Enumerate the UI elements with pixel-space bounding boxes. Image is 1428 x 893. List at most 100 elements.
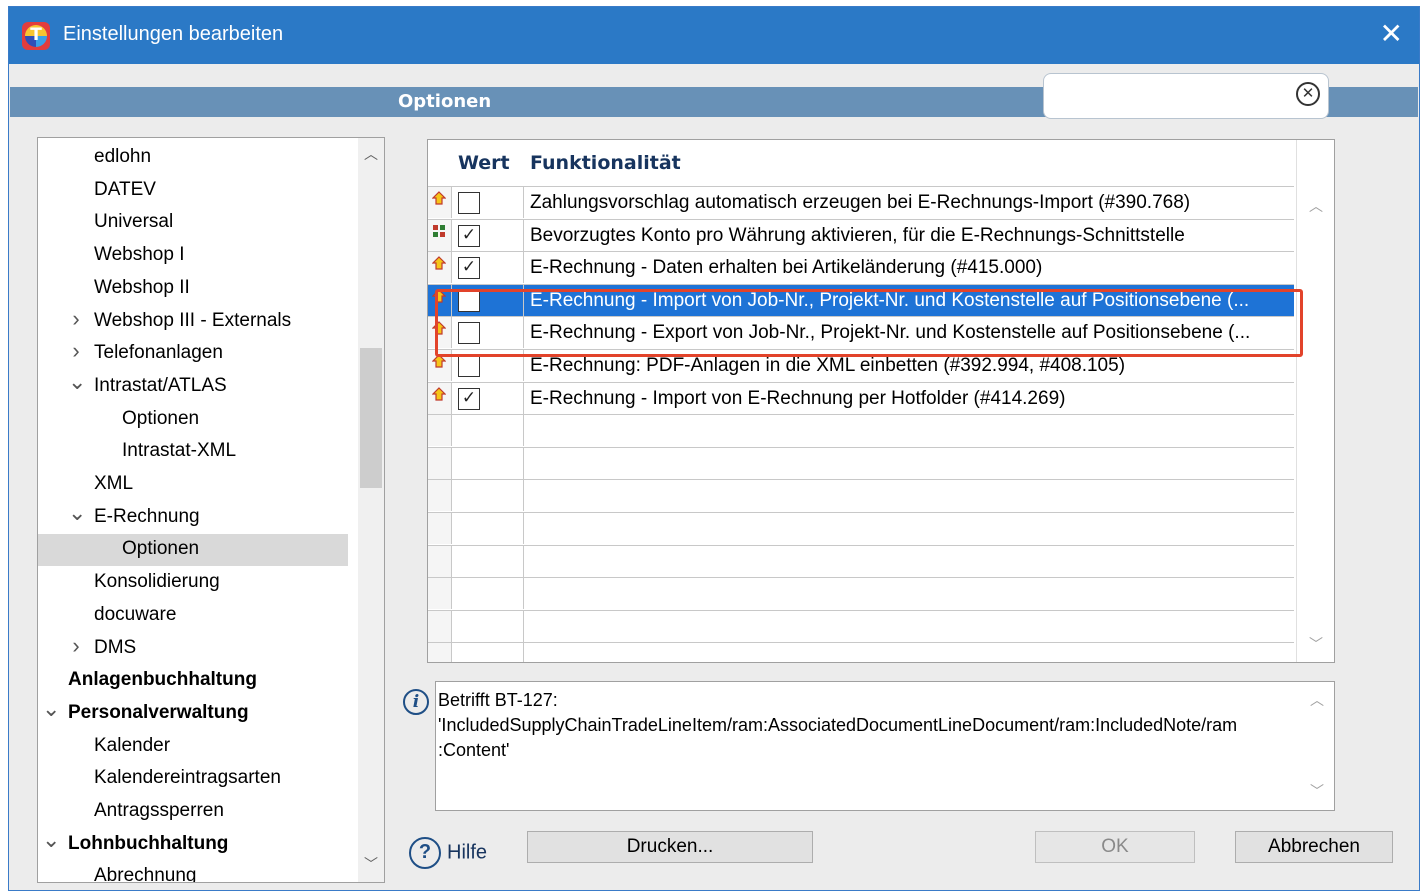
- chevron-down-icon[interactable]: ⌄: [42, 827, 60, 853]
- grid-row[interactable]: [428, 446, 1294, 479]
- tree-item[interactable]: Anlagenbuchhaltung: [38, 665, 348, 697]
- help-button[interactable]: ? Hilfe: [409, 837, 487, 869]
- grid-row[interactable]: ✓ E-Rechnung - Daten erhalten bei Artikel…: [428, 251, 1294, 284]
- grid-row[interactable]: E-Rechnung: PDF-Anlagen in die XML einbe…: [428, 349, 1294, 381]
- tree-scroll-thumb[interactable]: [360, 348, 382, 488]
- grid-row[interactable]: [428, 544, 1294, 577]
- chevron-down-icon[interactable]: ⌄: [68, 369, 86, 395]
- option-checkbox[interactable]: ✓: [458, 224, 480, 247]
- value-cell[interactable]: [452, 545, 524, 577]
- scroll-down-icon[interactable]: ﹀: [1297, 634, 1334, 654]
- tree-item[interactable]: Antragssperren: [38, 796, 348, 828]
- tree-item[interactable]: XML: [38, 469, 348, 501]
- value-cell[interactable]: [452, 415, 524, 447]
- tree-item[interactable]: ⌄ Intrastat/ATLAS: [38, 369, 348, 403]
- close-icon[interactable]: ✕: [1380, 17, 1403, 50]
- tree-item[interactable]: ⌄ Personalverwaltung: [38, 696, 348, 730]
- scroll-down-icon[interactable]: ﹀: [358, 854, 384, 874]
- scroll-up-icon[interactable]: ︿: [1300, 688, 1334, 713]
- tree-item-label: docuware: [94, 603, 177, 625]
- grid-row[interactable]: [428, 642, 1294, 662]
- description-scrollbar[interactable]: ︿ ﹀: [1300, 682, 1334, 810]
- tree-item[interactable]: Webshop II: [38, 273, 348, 305]
- grid-row[interactable]: [428, 479, 1294, 512]
- grid-row[interactable]: [428, 577, 1294, 610]
- help-label: Hilfe: [447, 841, 488, 864]
- grid-row[interactable]: E-Rechnung - Export von Job-Nr., Projekt…: [428, 316, 1294, 349]
- tree-item[interactable]: Webshop I: [38, 240, 348, 272]
- tree-item[interactable]: Universal: [38, 207, 348, 239]
- app-logo-icon: T: [22, 22, 50, 50]
- chevron-right-icon[interactable]: ›: [68, 306, 84, 332]
- option-checkbox[interactable]: ✓: [458, 387, 480, 410]
- value-cell[interactable]: ✓: [452, 252, 524, 284]
- value-cell[interactable]: [452, 187, 524, 218]
- value-cell[interactable]: [452, 317, 524, 349]
- grid-row[interactable]: [428, 512, 1294, 544]
- option-label: E-Rechnung - Export von Job-Nr., Projekt…: [530, 322, 1251, 344]
- scroll-down-icon[interactable]: ﹀: [1300, 779, 1334, 804]
- column-wert[interactable]: Wert: [458, 152, 510, 174]
- chevron-down-icon[interactable]: ⌄: [42, 696, 60, 722]
- tree-item[interactable]: Optionen: [38, 534, 348, 567]
- value-cell[interactable]: [452, 480, 524, 512]
- option-checkbox[interactable]: [458, 289, 480, 312]
- scroll-up-icon[interactable]: ︿: [1297, 196, 1334, 216]
- value-cell[interactable]: [452, 447, 524, 479]
- row-indicator: [428, 578, 452, 610]
- tree-item[interactable]: › Telefonanlagen: [38, 338, 348, 370]
- column-funktionalitaet[interactable]: Funktionalität: [530, 152, 681, 174]
- value-cell[interactable]: [452, 578, 524, 610]
- tree-item-label: Konsolidierung: [94, 571, 220, 593]
- scroll-up-icon[interactable]: ︿: [358, 144, 384, 164]
- search-input[interactable]: ✕: [1043, 73, 1329, 119]
- value-cell[interactable]: [452, 513, 524, 544]
- option-checkbox[interactable]: [458, 355, 480, 377]
- tree-scrollbar[interactable]: ︿ ﹀: [358, 138, 384, 882]
- tree-item[interactable]: Optionen: [38, 404, 348, 436]
- tree-item[interactable]: › DMS: [38, 633, 348, 665]
- tree-item[interactable]: DATEV: [38, 175, 348, 207]
- value-cell[interactable]: ✓: [452, 219, 524, 251]
- grid-scrollbar[interactable]: ︿ ﹀: [1296, 140, 1334, 662]
- row-indicator: [428, 643, 452, 662]
- row-indicator: [428, 480, 452, 512]
- tree-item[interactable]: Kalender: [38, 731, 348, 763]
- tree-item[interactable]: Intrastat-XML: [38, 436, 348, 468]
- grid-row[interactable]: [428, 609, 1294, 642]
- option-checkbox[interactable]: [458, 322, 480, 345]
- option-checkbox[interactable]: ✓: [458, 257, 480, 280]
- clear-search-icon[interactable]: ✕: [1296, 82, 1320, 106]
- value-cell[interactable]: [452, 284, 524, 316]
- cancel-button[interactable]: Abbrechen: [1235, 831, 1393, 863]
- tree-item[interactable]: Konsolidierung: [38, 567, 348, 599]
- grid-row[interactable]: E-Rechnung - Import von Job-Nr., Projekt…: [428, 283, 1294, 316]
- grid-row[interactable]: [428, 414, 1294, 447]
- value-cell[interactable]: ✓: [452, 382, 524, 414]
- home-arrow-icon: [432, 288, 446, 303]
- row-indicator: [428, 284, 452, 316]
- option-checkbox[interactable]: [458, 192, 480, 214]
- tree-item[interactable]: edlohn: [38, 142, 348, 174]
- ok-button[interactable]: OK: [1035, 831, 1195, 863]
- chevron-right-icon[interactable]: ›: [68, 338, 84, 364]
- tree-item[interactable]: docuware: [38, 600, 348, 632]
- grid-row[interactable]: ✓ Bevorzugtes Konto pro Währung aktiviere…: [428, 218, 1294, 251]
- value-cell[interactable]: [452, 350, 524, 381]
- tree-item-label: Personalverwaltung: [68, 701, 249, 723]
- settings-tree[interactable]: ︿ ﹀ edlohn DATEV Universal Webshop I Webshop…: [37, 137, 385, 883]
- chevron-down-icon[interactable]: ⌄: [68, 500, 86, 526]
- options-grid[interactable]: Wert Funktionalität ︿ ﹀ Zahlungsvorschla…: [427, 139, 1335, 663]
- print-button[interactable]: Drucken...: [527, 831, 813, 863]
- title-bar: T Einstellungen bearbeiten ✕: [9, 7, 1419, 64]
- value-cell[interactable]: [452, 610, 524, 642]
- grid-row[interactable]: Zahlungsvorschlag automatisch erzeugen b…: [428, 186, 1294, 218]
- tree-item[interactable]: Abrechnung: [38, 861, 348, 882]
- tree-item[interactable]: ⌄ Lohnbuchhaltung: [38, 827, 348, 861]
- grid-row[interactable]: ✓ E-Rechnung - Import von E-Rechnung per …: [428, 381, 1294, 414]
- tree-item[interactable]: Kalendereintragsarten: [38, 763, 348, 795]
- tree-item[interactable]: ⌄ E-Rechnung: [38, 500, 348, 534]
- value-cell[interactable]: [452, 643, 524, 662]
- chevron-right-icon[interactable]: ›: [68, 633, 84, 659]
- tree-item[interactable]: › Webshop III - Externals: [38, 306, 348, 338]
